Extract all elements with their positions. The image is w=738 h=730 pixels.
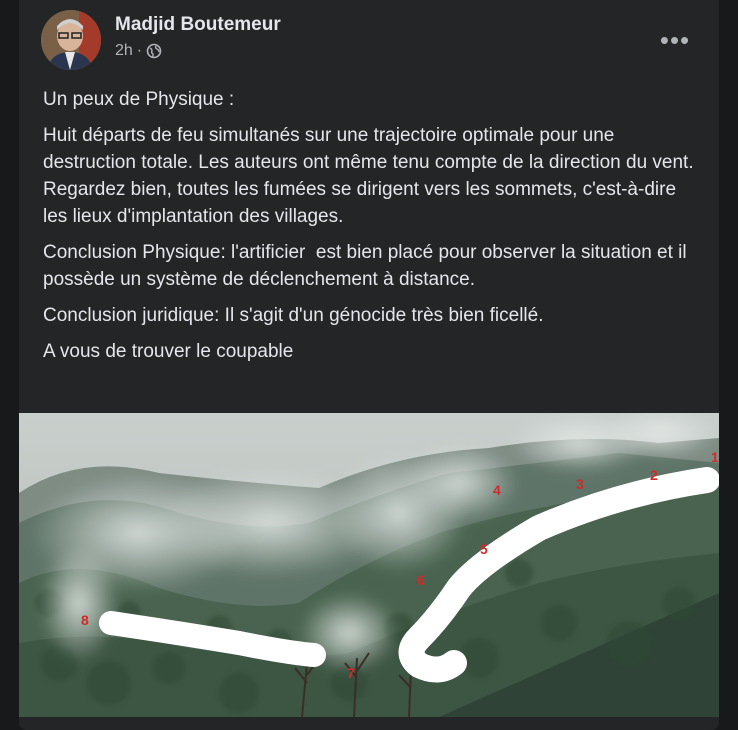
post-text: Un peux de Physique : Huit départs de fe… — [43, 86, 703, 374]
more-options-button[interactable]: ••• — [655, 22, 695, 58]
photo-label-8: 8 — [81, 612, 89, 628]
photo-label-2: 2 — [650, 467, 658, 483]
post-meta: 2h · — [115, 42, 162, 60]
author-name[interactable]: Madjid Boutemeur — [115, 14, 281, 36]
post-header: Madjid Boutemeur 2h · ••• — [19, 0, 719, 80]
post-paragraph: A vous de trouver le coupable — [43, 341, 294, 362]
photo-label-1: 1 — [711, 449, 719, 465]
post-footer-edge — [19, 717, 719, 730]
photo-label-6: 6 — [417, 572, 425, 588]
photo-label-4: 4 — [493, 482, 501, 498]
post-card: Madjid Boutemeur 2h · ••• Un peux de Phy… — [19, 0, 719, 730]
photo-label-3: 3 — [576, 476, 584, 492]
globe-icon[interactable] — [146, 43, 162, 59]
author-avatar[interactable] — [41, 10, 101, 70]
forest-fire-photo — [19, 413, 719, 717]
post-paragraph: Conclusion juridique: Il s'agit d'un gén… — [43, 305, 544, 326]
post-paragraph: Un peux de Physique : — [43, 89, 235, 110]
photo-label-7: 7 — [347, 665, 355, 681]
post-paragraph: Conclusion Physique: l'artificier est bi… — [43, 242, 692, 290]
photo-label-5: 5 — [480, 541, 488, 557]
post-time[interactable]: 2h — [115, 42, 133, 60]
post-photo[interactable]: 1 2 3 4 5 6 7 8 — [19, 413, 719, 717]
post-paragraph: Huit départs de feu simultanés sur une t… — [43, 125, 694, 227]
more-options-icon: ••• — [659, 24, 691, 55]
meta-separator: · — [136, 42, 143, 59]
